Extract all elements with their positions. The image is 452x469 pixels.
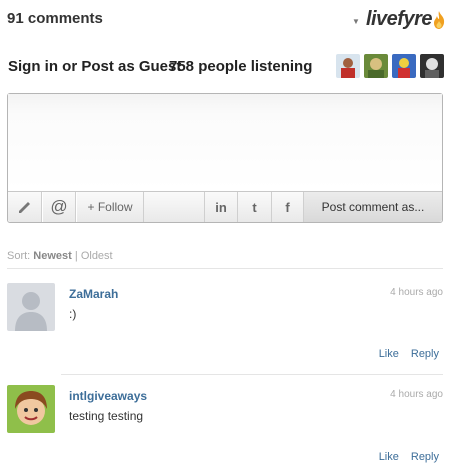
mention-button[interactable]: @ (42, 192, 76, 222)
at-icon: @ (50, 197, 68, 216)
comment-textarea[interactable] (8, 94, 442, 192)
sort-oldest[interactable]: Oldest (81, 250, 113, 262)
sort-separator: | (74, 250, 78, 262)
follow-label: + Follow (87, 200, 133, 214)
listener-avatar[interactable] (392, 54, 416, 78)
comment-composer: @ + Follow in t f Post comment as... (7, 93, 443, 223)
divider (61, 374, 443, 375)
linkedin-icon: in (215, 199, 227, 215)
header: 91 comments ▼ livefyre (7, 8, 445, 32)
twitter-icon: t (252, 199, 257, 215)
signin-link[interactable]: Sign in or Post as Guest (8, 58, 181, 75)
listener-avatar[interactable] (420, 54, 444, 78)
linkedin-share-button[interactable]: in (204, 192, 238, 222)
livefyre-menu[interactable]: ▼ livefyre (352, 8, 445, 31)
like-link[interactable]: Like (379, 451, 399, 463)
comment-author[interactable]: intlgiveaways (69, 389, 147, 403)
sort-control: Sort: Newest | Oldest (7, 250, 113, 262)
comment-time: 4 hours ago (390, 389, 443, 400)
avatar[interactable] (7, 385, 55, 433)
comment-author[interactable]: ZaMarah (69, 287, 118, 301)
divider (7, 268, 443, 269)
comment-item: intlgiveaways 4 hours ago testing testin… (7, 385, 443, 465)
composer-toolbar: @ + Follow in t f Post comment as... (8, 192, 442, 222)
twitter-share-button[interactable]: t (238, 192, 272, 222)
listening-count: 758 people listening (169, 58, 313, 75)
like-link[interactable]: Like (379, 348, 399, 360)
format-button[interactable] (8, 192, 42, 222)
caret-down-icon[interactable]: ▼ (352, 17, 360, 26)
pencil-icon (18, 202, 30, 213)
flame-icon (434, 10, 445, 29)
listener-avatar[interactable] (336, 54, 360, 78)
post-comment-label: Post comment as... (321, 200, 425, 214)
reply-link[interactable]: Reply (411, 348, 439, 360)
comment-body: testing testing (69, 409, 144, 423)
comment-body: :) (69, 307, 77, 321)
comment-count: 91 comments (7, 10, 103, 27)
post-comment-button[interactable]: Post comment as... (304, 192, 442, 222)
livefyre-logo[interactable]: livefyre (366, 8, 433, 31)
listener-avatars (336, 54, 444, 78)
comment-actions: Like Reply (379, 451, 439, 463)
reply-link[interactable]: Reply (411, 451, 439, 463)
sort-newest[interactable]: Newest (33, 250, 72, 262)
facebook-share-button[interactable]: f (272, 192, 304, 222)
facebook-icon: f (285, 199, 290, 215)
follow-button[interactable]: + Follow (76, 192, 144, 222)
comment-actions: Like Reply (379, 348, 439, 360)
comment-item: ZaMarah 4 hours ago :) Like Reply (7, 283, 443, 363)
comment-time: 4 hours ago (390, 287, 443, 298)
listener-avatar[interactable] (364, 54, 388, 78)
avatar[interactable] (7, 283, 55, 331)
signin-row: Sign in or Post as Guest 758 people list… (8, 54, 444, 80)
sort-label: Sort: (7, 250, 31, 262)
